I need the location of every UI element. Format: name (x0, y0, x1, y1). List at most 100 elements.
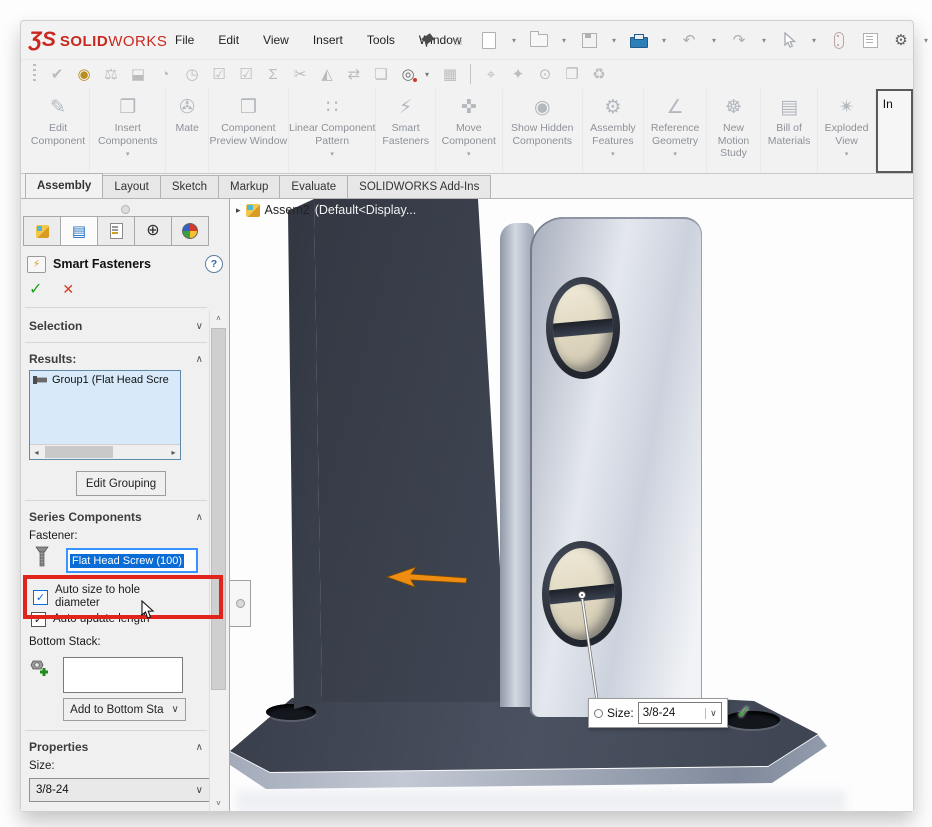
table-icon[interactable]: ▦ (440, 63, 460, 85)
smart-fasteners-button[interactable]: ⚡ Smart Fasteners (376, 89, 435, 173)
results-collapse-chevron[interactable]: ∧ (196, 354, 203, 365)
panel-scroll-down-arrow[interactable]: ˅ (210, 796, 227, 811)
assembly-features-button[interactable]: ⚙ Assembly Features ▾ (583, 89, 644, 173)
properties-chevron[interactable]: ∧ (196, 742, 203, 753)
menu-insert[interactable]: Insert (301, 29, 355, 51)
scroll-left-arrow[interactable]: ◂ (30, 448, 43, 457)
edit-component-button[interactable]: ✎ Edit Component (27, 89, 90, 173)
tab-evaluate[interactable]: Evaluate (279, 175, 348, 198)
assembly-name[interactable]: Assem2 (265, 203, 310, 217)
home-icon[interactable]: ⌂ (447, 28, 469, 52)
options-dropdown-caret[interactable]: ▾ (921, 36, 931, 45)
linear-component-pattern-caret[interactable]: ▾ (330, 150, 334, 158)
insert-components-button[interactable]: ❐ Insert Components ▾ (90, 89, 166, 173)
cancel-button[interactable]: ✕ (62, 281, 74, 298)
sensor-dropdown-caret[interactable]: ▾ (425, 70, 433, 79)
panel-vertical-scrollbar[interactable]: ˄ ˅ (209, 311, 227, 811)
task-pane-icon[interactable] (859, 28, 881, 52)
check-active-document-icon[interactable]: ☑ (209, 63, 229, 85)
print-dropdown-caret[interactable]: ▾ (659, 36, 669, 45)
insert-components-caret[interactable]: ▾ (126, 150, 130, 158)
compare-icon[interactable]: ⇄ (344, 63, 364, 85)
draft-analysis-icon[interactable]: ◭ (317, 63, 337, 85)
tab-solidworks-add-ins[interactable]: SOLIDWORKS Add-Ins (347, 175, 491, 198)
graphics-viewport[interactable]: ▸ Assem2 (Default<Display... Size: 3/8-2… (229, 199, 913, 811)
tab-layout[interactable]: Layout (102, 175, 161, 198)
fastener-selection-box[interactable]: Flat Head Screw (100) (66, 548, 198, 573)
feature-manager-tab[interactable] (24, 217, 61, 245)
menu-file[interactable]: File (163, 29, 206, 51)
series-components-header[interactable]: Series Components ∧ (29, 508, 203, 526)
exploded-view-caret[interactable]: ▾ (845, 150, 849, 158)
section-properties-icon[interactable]: ⬓ (128, 63, 148, 85)
interference-detection-icon[interactable]: ✂ (290, 63, 310, 85)
assembly-timer-icon[interactable]: ◷ (182, 63, 202, 85)
save-icon[interactable] (578, 28, 600, 52)
select-dropdown-caret[interactable]: ▾ (809, 36, 819, 45)
new-motion-study-button[interactable]: ☸ New Motion Study (707, 89, 761, 173)
selection-section-header[interactable]: Selection ∨ (29, 317, 203, 335)
panel-splitter-handle[interactable] (121, 205, 130, 214)
spell-check-icon[interactable]: ✔ (47, 63, 67, 85)
panel-scroll-up-arrow[interactable]: ˄ (210, 311, 227, 326)
size-dropdown[interactable]: 3/8-24 ∨ (29, 778, 210, 802)
selection-collapse-chevron[interactable]: ∨ (196, 321, 203, 332)
flat-head-screw-top[interactable] (546, 277, 620, 379)
sensor-icon[interactable]: ◎ (398, 63, 418, 85)
document-compare-icon[interactable]: ❏ (371, 63, 391, 85)
series-components-chevron[interactable]: ∧ (196, 512, 203, 523)
model-bracket-side-face[interactable] (500, 223, 534, 707)
select-cursor-icon[interactable] (778, 28, 800, 52)
results-listbox[interactable]: Group1 (Flat Head Scre ◂ ▸ (29, 370, 181, 460)
mass-properties-icon[interactable]: ⚖ (101, 63, 121, 85)
results-section-header[interactable]: Results: ∧ (29, 350, 203, 368)
flat-head-screw-bottom[interactable] (542, 541, 622, 647)
reference-geometry-caret[interactable]: ▾ (673, 150, 677, 158)
help-button[interactable]: ? (205, 255, 223, 273)
tab-assembly[interactable]: Assembly (25, 173, 103, 198)
linear-component-pattern-button[interactable]: ∷ Linear Component Pattern ▾ (289, 89, 377, 173)
component-preview-window-button[interactable]: ❒ Component Preview Window (209, 89, 289, 173)
auto-size-checkbox[interactable]: ✓ (33, 590, 48, 605)
scroll-thumb[interactable] (45, 446, 113, 458)
new-document-dropdown-caret[interactable]: ▾ (509, 36, 519, 45)
callout-accept-check[interactable]: ✓ (737, 703, 751, 723)
verification-icon[interactable]: ⊙ (535, 63, 555, 85)
undo-icon[interactable]: ↶ (678, 28, 700, 52)
results-horizontal-scrollbar[interactable]: ◂ ▸ (30, 444, 180, 459)
bottom-stack-listbox[interactable] (63, 657, 183, 693)
redo-icon[interactable]: ↷ (728, 28, 750, 52)
bill-of-materials-button[interactable]: ▤ Bill of Materials (761, 89, 818, 173)
menu-tools[interactable]: Tools (355, 29, 407, 51)
tree-expand-caret[interactable]: ▸ (236, 205, 241, 216)
toolbar-drag-handle[interactable] (33, 64, 36, 84)
assembly-configuration[interactable]: (Default<Display... (315, 203, 417, 217)
scroll-track[interactable] (43, 445, 167, 459)
reload-icon[interactable]: ♻ (589, 63, 609, 85)
open-icon[interactable] (528, 28, 550, 52)
pin-menu-icon[interactable] (419, 31, 437, 49)
tab-sketch[interactable]: Sketch (160, 175, 219, 198)
reference-geometry-button[interactable]: ∠ Reference Geometry ▾ (644, 89, 707, 173)
edit-grouping-button[interactable]: Edit Grouping (76, 471, 166, 496)
menu-edit[interactable]: Edit (206, 29, 251, 51)
exploded-view-button[interactable]: ✴ Exploded View ▾ (818, 89, 875, 173)
design-checker-icon[interactable]: ☑ (236, 63, 256, 85)
panel-collapse-tab[interactable] (230, 580, 251, 627)
configuration-manager-tab[interactable] (98, 217, 135, 245)
move-component-caret[interactable]: ▾ (467, 150, 471, 158)
properties-section-header[interactable]: Properties ∧ (29, 738, 203, 756)
equations-icon[interactable]: Σ (263, 63, 283, 85)
ok-button[interactable]: ✓ (29, 279, 42, 299)
display-manager-tab[interactable] (172, 217, 208, 245)
menu-view[interactable]: View (251, 29, 301, 51)
assembly-features-caret[interactable]: ▾ (611, 150, 615, 158)
panel-scroll-thumb[interactable] (211, 328, 226, 690)
property-manager-tab[interactable]: ▤ (61, 217, 98, 245)
save-dropdown-caret[interactable]: ▾ (609, 36, 619, 45)
tab-markup[interactable]: Markup (218, 175, 280, 198)
open-dropdown-caret[interactable]: ▾ (559, 36, 569, 45)
copy-settings-icon[interactable]: ❐ (562, 63, 582, 85)
performance-evaluation-icon[interactable]: ◔ (155, 63, 175, 85)
ribbon-overflow-button[interactable]: In (876, 89, 913, 173)
